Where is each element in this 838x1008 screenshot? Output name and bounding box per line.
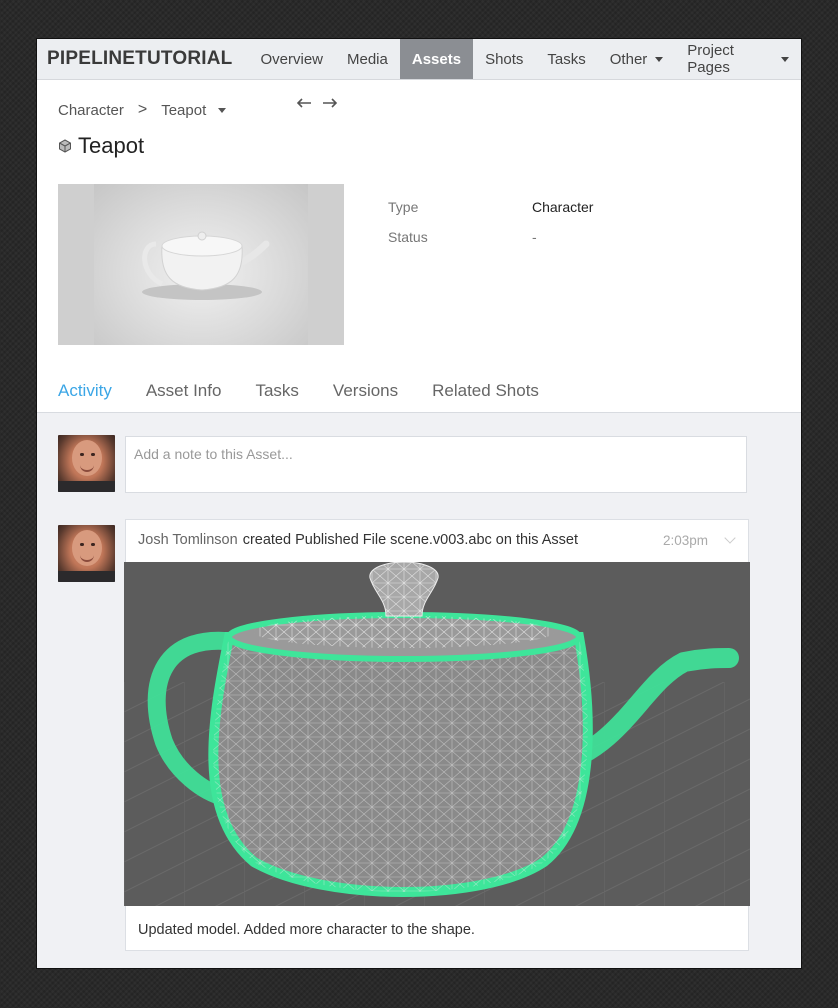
avatar[interactable] [58, 525, 115, 582]
details-values: Character - [532, 199, 593, 245]
nav-shots[interactable]: Shots [473, 39, 535, 79]
activity-feed: Add a note to this Asset... Josh Tomlins… [37, 413, 801, 968]
post-action-text: created Published File scene.v003.abc on… [242, 532, 578, 548]
chevron-down-icon[interactable] [724, 532, 736, 544]
avatar[interactable] [58, 435, 115, 492]
thumbnail-image [94, 184, 308, 345]
app-window: PIPELINETUTORIAL Overview Media Assets S… [37, 39, 801, 968]
tab-versions[interactable]: Versions [316, 381, 415, 412]
nav-project-pages-label: Project Pages [687, 42, 734, 76]
page-title-text: Teapot [78, 133, 145, 158]
status-label: Status [388, 229, 428, 245]
chevron-down-icon[interactable] [218, 107, 227, 113]
post-header: Josh Tomlinson created Published File sc… [126, 520, 748, 560]
post-caption: Updated model. Added more character to t… [138, 922, 475, 938]
nav-other-label: Other [609, 50, 648, 68]
nav-media[interactable]: Media [335, 39, 400, 79]
type-value[interactable]: Character [532, 199, 593, 215]
arrow-left-icon[interactable] [296, 97, 312, 109]
avatar-eye [91, 453, 95, 456]
status-value[interactable]: - [532, 229, 593, 245]
breadcrumb: Character > Teapot [58, 101, 227, 119]
asset-thumbnail[interactable] [58, 184, 344, 345]
prev-next-arrows [296, 97, 338, 109]
details-labels: Type Status [388, 199, 428, 245]
arrow-right-icon[interactable] [322, 97, 338, 109]
post-image[interactable] [124, 562, 750, 906]
add-note-input[interactable]: Add a note to this Asset... [125, 436, 747, 493]
tab-tasks[interactable]: Tasks [238, 381, 315, 412]
chevron-down-icon [781, 56, 789, 62]
nav-other[interactable]: Other [598, 39, 676, 79]
avatar-eye [80, 453, 84, 456]
activity-post: Josh Tomlinson created Published File sc… [124, 519, 750, 951]
post-timestamp: 2:03pm [662, 532, 708, 548]
breadcrumb-separator: > [137, 101, 148, 118]
wireframe-teapot-image [124, 562, 750, 906]
nav-project-pages[interactable]: Project Pages [675, 39, 801, 79]
type-label: Type [388, 199, 419, 215]
avatar-shirt [58, 571, 115, 582]
chevron-down-icon [655, 56, 664, 62]
teapot-render-image [142, 231, 270, 300]
tab-activity[interactable]: Activity [37, 381, 129, 412]
brand-logo[interactable]: PIPELINETUTORIAL [37, 39, 242, 79]
tab-asset-info[interactable]: Asset Info [129, 381, 239, 412]
nav-assets[interactable]: Assets [399, 39, 474, 79]
cube-icon [59, 139, 71, 153]
tab-bar: Activity Asset Info Tasks Versions Relat… [37, 369, 801, 413]
breadcrumb-current[interactable]: Teapot [161, 102, 206, 119]
post-user-link[interactable]: Josh Tomlinson [138, 532, 238, 548]
avatar-shirt [58, 481, 115, 492]
nav-tasks[interactable]: Tasks [535, 39, 597, 79]
nav-overview[interactable]: Overview [248, 39, 335, 79]
avatar-eye [80, 543, 84, 546]
avatar-eye [91, 543, 95, 546]
top-nav: PIPELINETUTORIAL Overview Media Assets S… [37, 39, 801, 80]
breadcrumb-parent[interactable]: Character [58, 102, 124, 119]
page-title: Teapot [58, 133, 144, 159]
tab-related-shots[interactable]: Related Shots [415, 381, 556, 412]
